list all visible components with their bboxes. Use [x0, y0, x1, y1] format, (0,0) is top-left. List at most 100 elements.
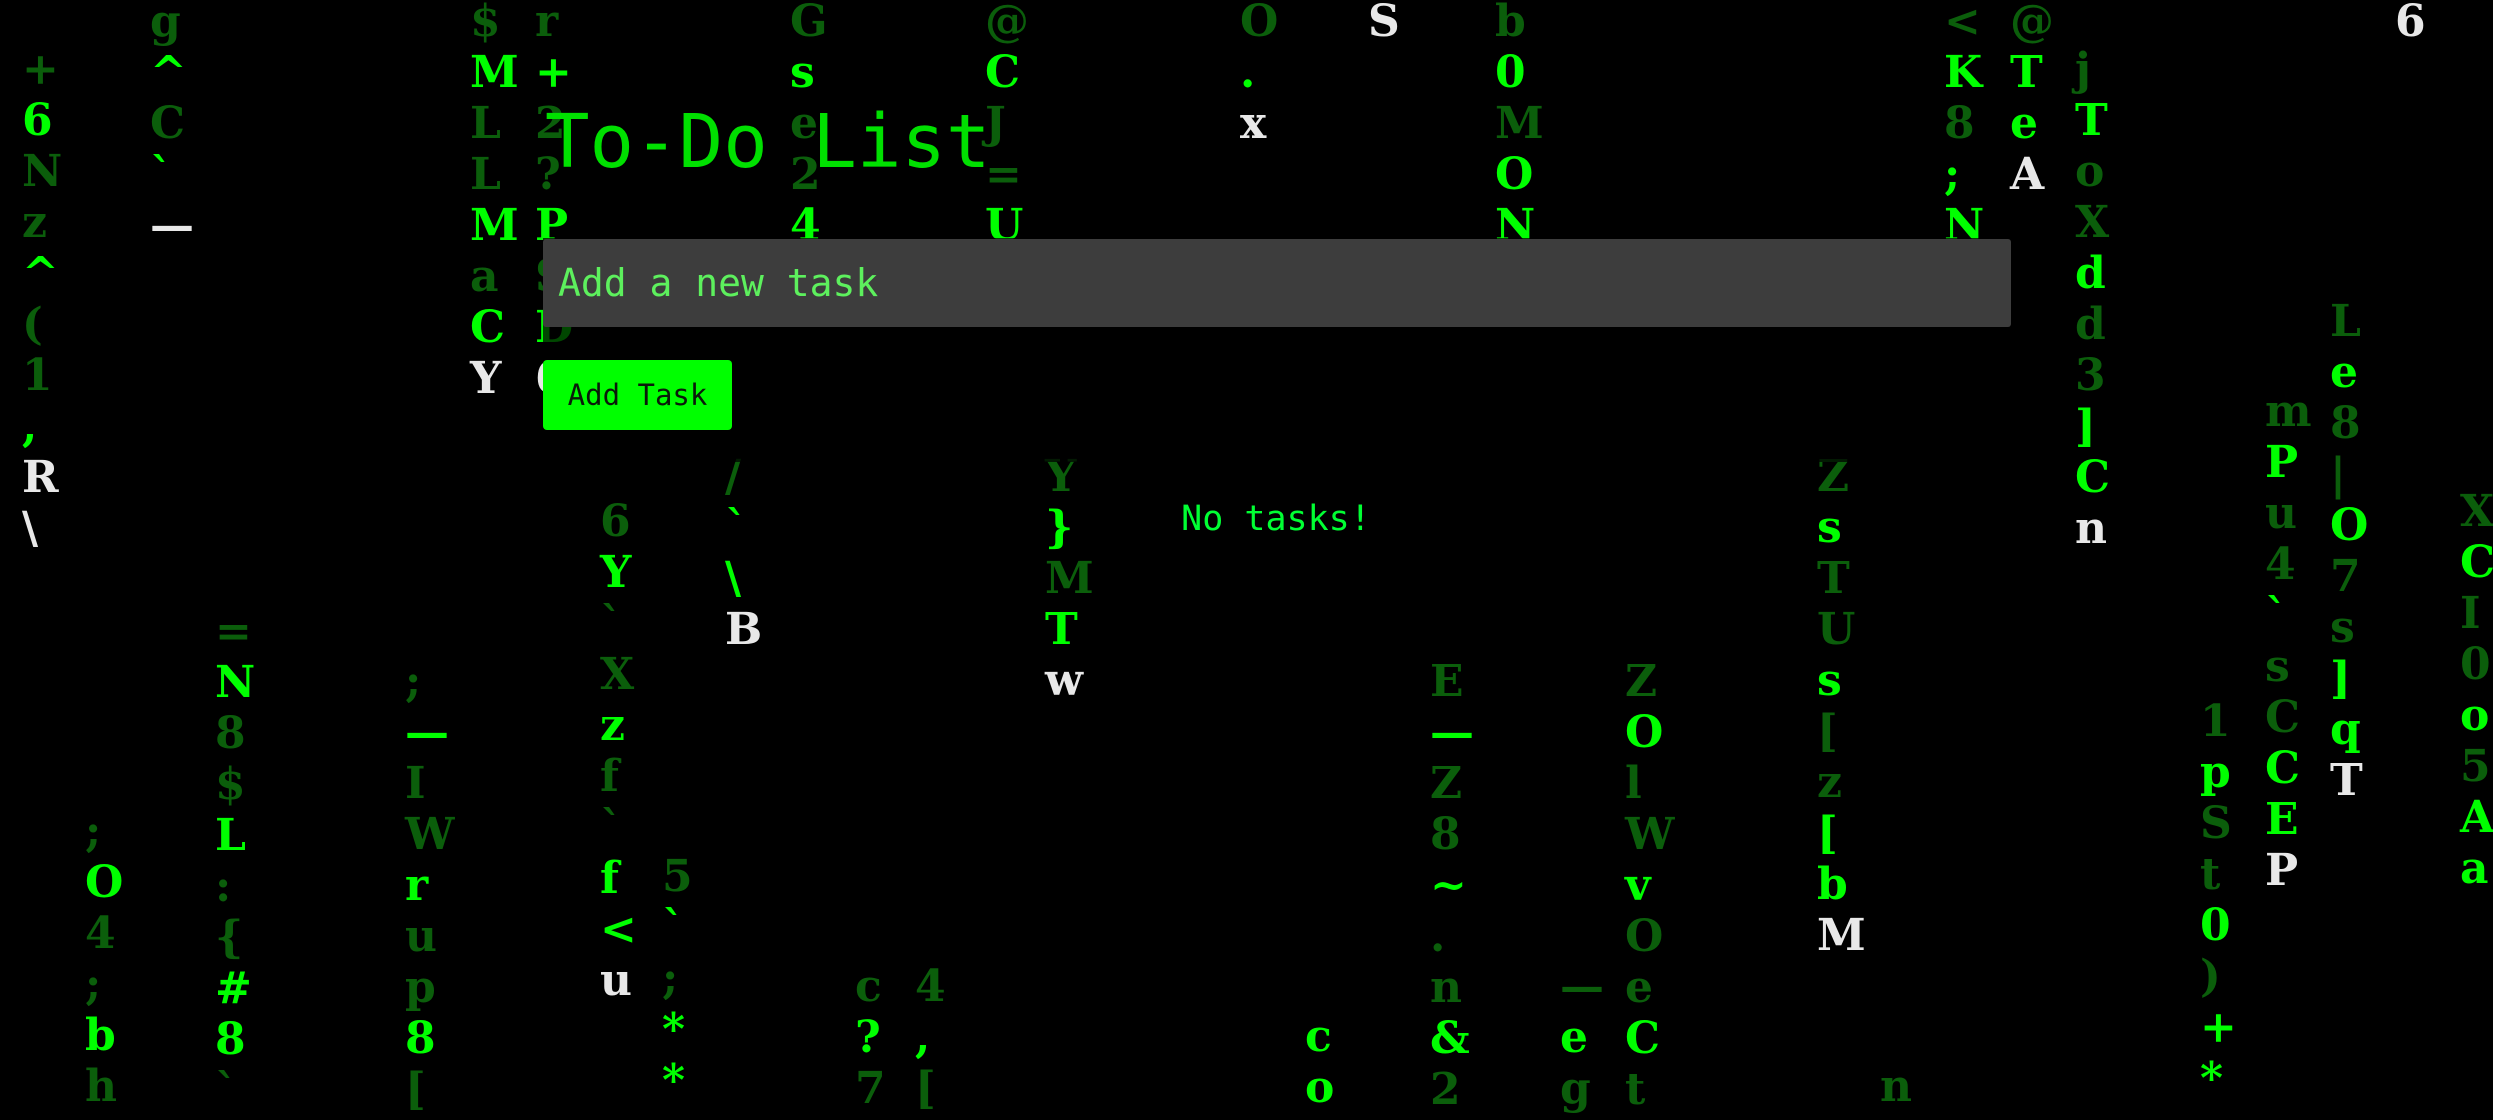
- matrix-glyph: g: [1560, 1063, 1591, 1114]
- matrix-glyph: O: [85, 857, 124, 908]
- matrix-glyph: Z: [1430, 758, 1463, 809]
- matrix-glyph: T: [1045, 604, 1078, 655]
- matrix-glyph: T: [2330, 755, 2363, 806]
- matrix-glyph: ;: [85, 806, 102, 857]
- matrix-glyph: W: [1625, 809, 1675, 860]
- matrix-glyph: =: [215, 606, 252, 657]
- matrix-glyph: A: [2010, 149, 2045, 200]
- matrix-glyph: $: [470, 0, 501, 47]
- matrix-glyph: ^: [150, 47, 187, 98]
- matrix-glyph: +: [535, 47, 572, 98]
- matrix-glyph: u: [405, 911, 437, 962]
- matrix-glyph: `: [725, 502, 747, 553]
- matrix-glyph: 5: [662, 851, 693, 902]
- matrix-glyph: e: [1560, 1012, 1588, 1063]
- matrix-glyph: ;: [85, 959, 102, 1010]
- matrix-glyph: `: [600, 598, 622, 649]
- add-task-button[interactable]: Add Task: [543, 360, 732, 430]
- matrix-glyph: R: [22, 452, 59, 503]
- matrix-glyph: 1: [2200, 696, 2231, 747]
- matrix-glyph: e: [2010, 98, 2038, 149]
- matrix-glyph: ): [2200, 951, 2221, 1002]
- matrix-glyph: z: [22, 197, 47, 248]
- matrix-glyph: t: [1625, 1064, 1646, 1115]
- matrix-glyph: U: [1817, 604, 1856, 655]
- matrix-glyph: g: [150, 0, 181, 47]
- matrix-glyph: `: [662, 902, 684, 953]
- matrix-glyph: z: [1817, 757, 1842, 808]
- matrix-glyph: :: [215, 861, 232, 912]
- matrix-glyph: r: [405, 860, 429, 911]
- matrix-glyph: o: [2460, 690, 2490, 741]
- matrix-glyph: ,: [22, 401, 38, 452]
- matrix-glyph: M: [1045, 553, 1094, 604]
- matrix-glyph: T: [2010, 47, 2043, 98]
- page-title: To-Do List: [545, 99, 991, 185]
- matrix-glyph: c: [1305, 1011, 1332, 1062]
- matrix-glyph: 1: [22, 350, 53, 401]
- matrix-glyph: a: [2460, 843, 2489, 894]
- matrix-glyph: h: [85, 1061, 117, 1112]
- matrix-glyph: 8: [215, 1014, 246, 1065]
- matrix-glyph: 7: [855, 1063, 886, 1114]
- matrix-glyph: 0: [1495, 47, 1526, 98]
- matrix-glyph: o: [2075, 146, 2105, 197]
- matrix-glyph: P: [2265, 437, 2299, 488]
- matrix-glyph: —: [1430, 707, 1474, 758]
- matrix-glyph: 6: [600, 496, 631, 547]
- matrix-glyph: |: [2330, 449, 2347, 500]
- matrix-glyph: p: [405, 962, 436, 1013]
- matrix-glyph: 4: [85, 908, 116, 959]
- matrix-glyph: .: [1240, 47, 1256, 98]
- matrix-glyph: G: [790, 0, 828, 47]
- matrix-glyph: Z: [1625, 656, 1658, 707]
- matrix-glyph: w: [1045, 655, 1083, 706]
- matrix-glyph: X: [2075, 197, 2110, 248]
- matrix-glyph: [: [405, 1064, 426, 1115]
- matrix-glyph: X: [600, 649, 635, 700]
- matrix-glyph: I: [2460, 588, 2481, 639]
- matrix-glyph: f: [600, 751, 619, 802]
- matrix-glyph: [: [1817, 706, 1838, 757]
- matrix-glyph: W: [405, 809, 455, 860]
- matrix-glyph: T: [1817, 553, 1850, 604]
- matrix-glyph: b: [85, 1010, 116, 1061]
- matrix-glyph: L: [470, 149, 501, 200]
- matrix-glyph: o: [1305, 1062, 1335, 1113]
- matrix-glyph: I: [405, 758, 426, 809]
- matrix-glyph: c: [855, 961, 882, 1012]
- matrix-glyph: P: [2265, 845, 2299, 896]
- matrix-glyph: C: [150, 98, 186, 149]
- matrix-glyph: u: [600, 955, 632, 1006]
- matrix-glyph: Y: [600, 547, 632, 598]
- matrix-glyph: S: [2200, 798, 2232, 849]
- matrix-glyph: 8: [215, 708, 246, 759]
- matrix-glyph: t: [2200, 849, 2221, 900]
- matrix-glyph: C: [1625, 1013, 1661, 1064]
- matrix-glyph: `: [600, 802, 622, 853]
- matrix-glyph: n: [1430, 962, 1462, 1013]
- matrix-glyph: e: [2330, 347, 2358, 398]
- matrix-glyph: M: [1817, 910, 1866, 961]
- matrix-glyph: .: [1430, 911, 1446, 962]
- matrix-glyph: n: [1880, 1061, 1912, 1112]
- matrix-glyph: d: [2075, 248, 2106, 299]
- matrix-glyph: \: [725, 553, 742, 604]
- matrix-glyph: j: [2075, 44, 2091, 95]
- matrix-glyph: v: [1625, 860, 1651, 911]
- matrix-glyph: 8: [1430, 809, 1461, 860]
- matrix-glyph: C: [985, 47, 1021, 98]
- matrix-glyph: 8: [405, 1013, 436, 1064]
- matrix-glyph: E: [1430, 656, 1464, 707]
- matrix-glyph: <: [600, 904, 637, 955]
- matrix-glyph: {: [215, 912, 244, 963]
- matrix-glyph: E: [2265, 794, 2299, 845]
- matrix-glyph: T: [2075, 95, 2108, 146]
- matrix-glyph: C: [2265, 743, 2301, 794]
- matrix-glyph: *: [2200, 1053, 2224, 1104]
- new-task-input[interactable]: [543, 239, 2011, 327]
- matrix-glyph: 0: [2200, 900, 2231, 951]
- matrix-glyph: @: [985, 0, 1029, 47]
- matrix-glyph: A: [2460, 792, 2493, 843]
- matrix-glyph: \: [22, 503, 39, 554]
